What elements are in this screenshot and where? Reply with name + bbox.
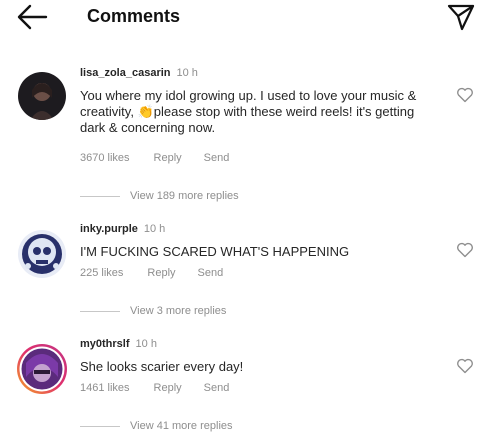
send-button[interactable]: Send [198,267,224,279]
timestamp: 10 h [176,67,198,79]
timestamp: 10 h [135,338,157,350]
username[interactable]: my0thrslf [80,338,130,350]
avatar[interactable] [18,230,66,278]
like-button[interactable] [456,87,474,103]
comment-text: She looks scarier every day! [80,359,244,374]
comment-actions: 3670 likes Reply Send [80,152,229,164]
back-button[interactable] [14,2,50,32]
comment-header: lisa_zola_casarin 10 h [80,67,198,79]
view-replies-button[interactable]: View 41 more replies [80,420,233,432]
heart-icon [457,358,473,374]
comment-text: You where my idol growing up. I used to … [80,88,432,136]
share-button[interactable] [446,2,476,32]
reply-button[interactable]: Reply [147,267,175,279]
clapping-hands-emoji: 👏 [137,104,154,119]
view-replies-label: View 41 more replies [130,420,233,432]
view-replies-button[interactable]: View 3 more replies [80,305,226,317]
reply-button[interactable]: Reply [154,152,182,164]
page-title: Comments [87,6,181,26]
comment-actions: 1461 likes Reply Send [80,382,229,394]
arrow-left-icon [17,4,48,30]
view-replies-label: View 3 more replies [130,305,227,317]
avatar-story-ring[interactable] [16,343,68,395]
like-button[interactable] [456,242,474,258]
reply-button[interactable]: Reply [154,382,182,394]
divider [80,425,120,427]
likes-count[interactable]: 3670 likes [80,152,130,164]
comment-text: I'M FUCKING SCARED WHAT'S HAPPENING [80,244,350,259]
view-replies-label: View 189 more replies [130,190,239,202]
divider [80,195,120,197]
send-button[interactable]: Send [204,152,230,164]
likes-count[interactable]: 225 likes [80,267,123,279]
like-button[interactable] [456,358,474,374]
comment-header: my0thrslf 10 h [80,338,157,350]
comment-header: inky.purple 10 h [80,223,165,235]
divider [80,310,120,312]
likes-count[interactable]: 1461 likes [80,382,130,394]
send-button[interactable]: Send [204,382,230,394]
username[interactable]: lisa_zola_casarin [80,67,171,79]
timestamp: 10 h [143,223,166,235]
heart-icon [457,87,473,103]
avatar[interactable] [18,72,66,120]
username[interactable]: inky.purple [80,223,138,235]
heart-icon [457,242,473,258]
comments-header: Comments [0,0,500,34]
comment-actions: 225 likes Reply Send [80,267,223,279]
view-replies-button[interactable]: View 189 more replies [80,190,239,202]
paper-plane-icon [447,4,475,31]
